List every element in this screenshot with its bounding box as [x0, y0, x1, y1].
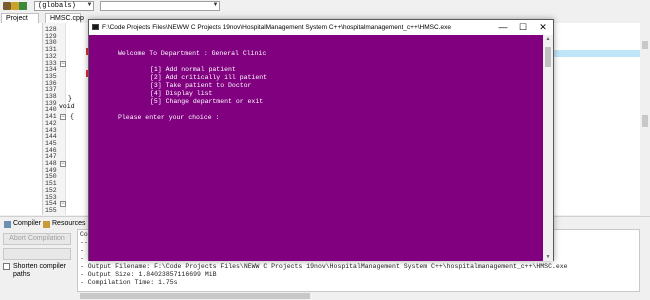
editor-scrollbar[interactable]	[640, 23, 650, 215]
resources-icon	[43, 221, 50, 228]
line-gutter: 128 129 130 131 132 133−134 135 136 137 138 139 140…	[44, 23, 66, 215]
menu-item: [5] Change department or exit	[150, 98, 264, 105]
log-header: Co	[80, 231, 88, 238]
console-title: F:\Code Projects Files\NEWW C Projects 1…	[102, 24, 451, 31]
shorten-paths-checkbox[interactable]	[3, 263, 10, 270]
menu-item: [4] Display list	[150, 90, 213, 97]
abort-compilation-label: Abort Compilation	[9, 235, 65, 242]
scope-select[interactable]: (globals)	[34, 1, 94, 11]
welcome-text: Welcome To Department : General Clinic	[118, 50, 267, 57]
project-panel[interactable]	[0, 23, 43, 215]
tab-resources[interactable]: Resources	[42, 219, 85, 229]
compiler-icon	[4, 221, 11, 228]
compiler-side-panel: Abort Compilation Shorten compiler paths	[0, 229, 75, 300]
disabled-button[interactable]	[3, 248, 71, 260]
menu-item: [1] Add normal patient	[150, 66, 236, 73]
code-close-brace: }	[68, 95, 72, 102]
scroll-thumb[interactable]	[642, 115, 648, 127]
menu-item: [3] Take patient to Doctor	[150, 82, 252, 89]
maximize-button[interactable]: ☐	[513, 20, 533, 35]
close-button[interactable]: ✕	[533, 20, 553, 35]
scroll-thumb[interactable]	[642, 41, 648, 49]
log-line: - Compilation Time: 1.75s	[80, 279, 178, 286]
log-line: -	[80, 255, 84, 262]
chevron-down-icon[interactable]: ▼	[212, 2, 219, 9]
abort-compilation-button[interactable]: Abort Compilation	[3, 233, 71, 245]
shorten-paths-row[interactable]: Shorten compiler paths	[3, 263, 75, 279]
minimize-button[interactable]: —	[493, 20, 513, 35]
tab-compiler-label: Compiler	[13, 220, 42, 227]
scope-select-value: (globals)	[38, 2, 76, 10]
tab-project[interactable]: Project	[1, 13, 39, 23]
console-titlebar[interactable]: F:\Code Projects Files\NEWW C Projects 1…	[89, 20, 553, 35]
log-line: -	[80, 247, 84, 254]
console-output[interactable]: Welcome To Department : General Clinic […	[89, 35, 543, 261]
log-line: - Output Size: 1.84023857116699 MiB	[80, 271, 217, 278]
chevron-down-icon[interactable]: ▼	[86, 2, 93, 9]
save-all-icon[interactable]	[3, 2, 11, 10]
add-icon[interactable]	[19, 2, 27, 10]
menu-item: [2] Add critically ill patient	[150, 74, 268, 81]
console-window[interactable]: F:\Code Projects Files\NEWW C Projects 1…	[88, 19, 554, 261]
function-select[interactable]	[100, 1, 220, 11]
console-scrollbar[interactable]: ▲ ▼	[543, 35, 553, 261]
log-horizontal-scrollbar[interactable]	[77, 292, 640, 300]
line-number: 155	[45, 206, 57, 214]
scroll-up-icon[interactable]: ▲	[543, 35, 553, 43]
tab-project-label: Project	[6, 15, 28, 22]
open-folder-icon[interactable]	[11, 2, 19, 10]
code-void-keyword: void	[59, 103, 75, 110]
tab-resources-label: Resources	[52, 220, 86, 227]
console-app-icon	[92, 24, 99, 30]
toolbar: (globals) ▼ ▼	[0, 0, 650, 12]
shorten-paths-label: Shorten compiler paths	[13, 263, 66, 278]
scroll-thumb[interactable]	[80, 293, 310, 299]
code-open-brace: {	[70, 113, 74, 120]
scroll-down-icon[interactable]: ▼	[543, 253, 553, 261]
log-line: --	[80, 239, 88, 246]
choice-prompt: Please enter your choice :	[118, 114, 220, 121]
tab-file-label: HMSC.cpp	[50, 15, 84, 22]
scroll-thumb[interactable]	[545, 47, 551, 67]
tab-compiler[interactable]: Compiler	[3, 219, 41, 229]
log-line: - Output Filename: F:\Code Projects File…	[80, 263, 568, 270]
tab-file[interactable]: HMSC.cpp	[45, 13, 84, 23]
